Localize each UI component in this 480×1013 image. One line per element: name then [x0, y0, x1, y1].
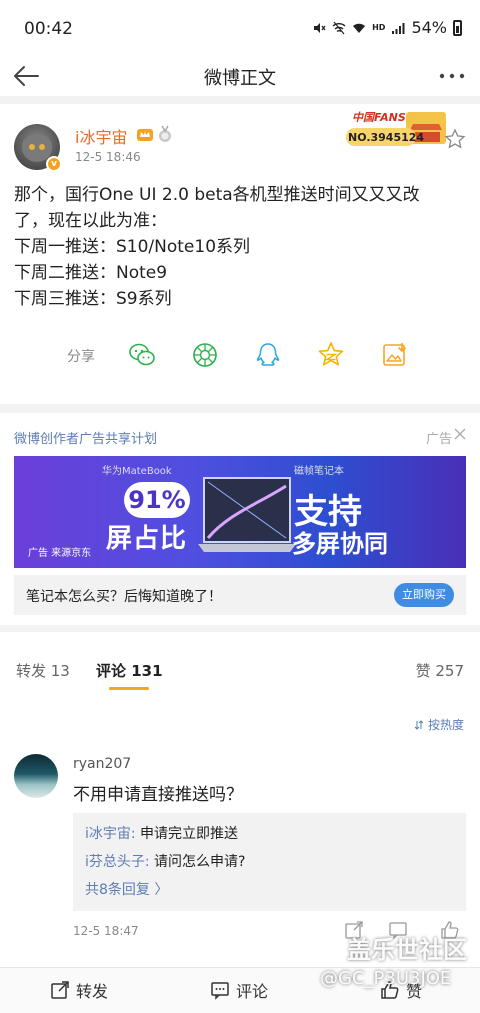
post-card: v i冰宇宙 12-5 18:46 中国FANS NO.3945124 那个，国… [0, 104, 480, 404]
ad-banner[interactable]: 华为MateBook 磁帧笔记本 91% 屏占比 支持 多屏协同 广告 来源京东 [14, 456, 466, 568]
tab-comment[interactable]: 评论 131 [96, 660, 163, 681]
post-time: 12-5 18:46 [75, 150, 141, 164]
sort-label: 按热度 [427, 718, 464, 732]
banner-headline: 屏占比 [106, 524, 188, 554]
watermark-logo: 盖乐世社区 [347, 936, 467, 964]
share-row: 分享 [0, 336, 480, 376]
banner-subtitle: 华为MateBook [102, 466, 172, 477]
verified-badge-icon: v [46, 156, 62, 172]
comments-section: 转发 13 评论 131 赞 257 按热度 ryan207 不用申请直接推送吗… [0, 632, 480, 967]
nav-bar: 微博正文 [0, 56, 480, 96]
sort-toggle[interactable]: 按热度 [414, 716, 464, 733]
status-icons: HD 54% [312, 18, 462, 37]
banner-headline: 多屏协同 [292, 530, 388, 558]
author-avatar[interactable]: v [14, 124, 62, 172]
comment-button[interactable]: 评论 [210, 978, 268, 1002]
reply-text: 请问怎么申请? [149, 854, 246, 870]
page-title: 微博正文 [204, 68, 276, 89]
fans-badge-number: NO.3945124 [348, 131, 425, 144]
ad-card[interactable]: 微博创作者广告共享计划 广告 华为MateBook 磁帧笔记本 91% 屏占比 … [0, 413, 480, 625]
tab-like[interactable]: 赞 257 [416, 660, 464, 681]
moments-icon[interactable] [190, 340, 220, 370]
sort-icon [414, 720, 424, 730]
post-text-line: 下周一推送：S10/Note10系列 [14, 237, 251, 257]
medal-icon [159, 125, 171, 142]
reply-item: i冰宇宙: 申请完立即推送 [85, 823, 238, 843]
close-icon[interactable] [454, 428, 466, 440]
ad-footer-text: 笔记本怎么买？后悔知道晚了！ [26, 589, 222, 605]
fans-badge: 中国FANS NO.3945124 [346, 106, 450, 150]
qq-icon[interactable] [253, 340, 283, 370]
watermark-handle: @GC_P3U3JOE [320, 968, 452, 989]
wechat-icon[interactable] [127, 340, 157, 370]
banner-percent: 91% [124, 482, 190, 518]
tab-repost[interactable]: 转发 13 [16, 660, 70, 681]
repost-button[interactable]: 转发 [50, 978, 108, 1002]
signal-icon [392, 22, 405, 34]
share-label: 分享 [67, 349, 95, 365]
post-text-line: 那个，国行One UI 2.0 beta各机型推送时间又又又改 [14, 185, 420, 205]
more-replies-link[interactable]: 共8条回复 〉 [85, 879, 168, 899]
ad-tag: 广告 [425, 432, 452, 447]
fans-badge-title: 中国FANS [352, 111, 406, 124]
post-text-line: 了，现在以此为准： [14, 211, 167, 231]
qzone-icon[interactable] [316, 340, 346, 370]
battery-percent: 54% [411, 18, 447, 37]
comment-text[interactable]: 不用申请直接推送吗？ [73, 780, 243, 805]
reply-author[interactable]: i冰宇宙: [85, 826, 136, 842]
ad-header[interactable]: 微博创作者广告共享计划 [14, 428, 157, 447]
member-crown-icon [137, 129, 153, 141]
favorite-star-icon[interactable] [444, 128, 466, 150]
status-time: 00:42 [24, 19, 73, 39]
reply-item: i芬总头子: 请问怎么申请? [85, 851, 246, 871]
reply-author[interactable]: i芬总头子: [85, 854, 150, 870]
buy-now-button[interactable]: 立即购买 [394, 583, 454, 607]
interaction-tabs: 转发 13 评论 131 赞 257 [0, 632, 480, 692]
save-image-icon[interactable] [380, 340, 410, 370]
active-tab-indicator [109, 687, 149, 690]
reply-text: 申请完立即推送 [135, 826, 239, 842]
status-bar: 00:42 HD 54% [0, 0, 480, 56]
post-text: 那个，国行One UI 2.0 beta各机型推送时间又又又改 了，现在以此为准… [14, 182, 466, 312]
hd-badge: HD [372, 23, 386, 32]
comment-icon [211, 982, 229, 1000]
post-text-line: 下周二推送：Note9 [14, 263, 168, 283]
battery-icon [453, 19, 462, 36]
laptop-image [198, 477, 296, 552]
commenter-name[interactable]: ryan207 [73, 756, 131, 772]
post-text-line: 下周三推送：S9系列 [14, 289, 172, 309]
commenter-avatar[interactable] [14, 754, 58, 798]
banner-source: 广告 来源京东 [28, 548, 92, 559]
replies-box[interactable]: i冰宇宙: 申请完立即推送 i芬总头子: 请问怎么申请? 共8条回复 〉 [73, 813, 466, 911]
repost-icon [51, 981, 69, 999]
mute-icon [314, 22, 326, 33]
ad-footer[interactable]: 笔记本怎么买？后悔知道晚了！ 立即购买 [14, 575, 466, 615]
comment-time: 12-5 18:47 [73, 924, 139, 938]
more-options-icon[interactable] [436, 62, 468, 90]
comment-label: 评论 [236, 982, 269, 1001]
wifi-off-icon [332, 21, 346, 34]
banner-subtitle: 磁帧笔记本 [294, 466, 344, 477]
repost-label: 转发 [76, 982, 109, 1001]
wifi-icon [353, 23, 366, 33]
author-name[interactable]: i冰宇宙 [75, 124, 127, 148]
